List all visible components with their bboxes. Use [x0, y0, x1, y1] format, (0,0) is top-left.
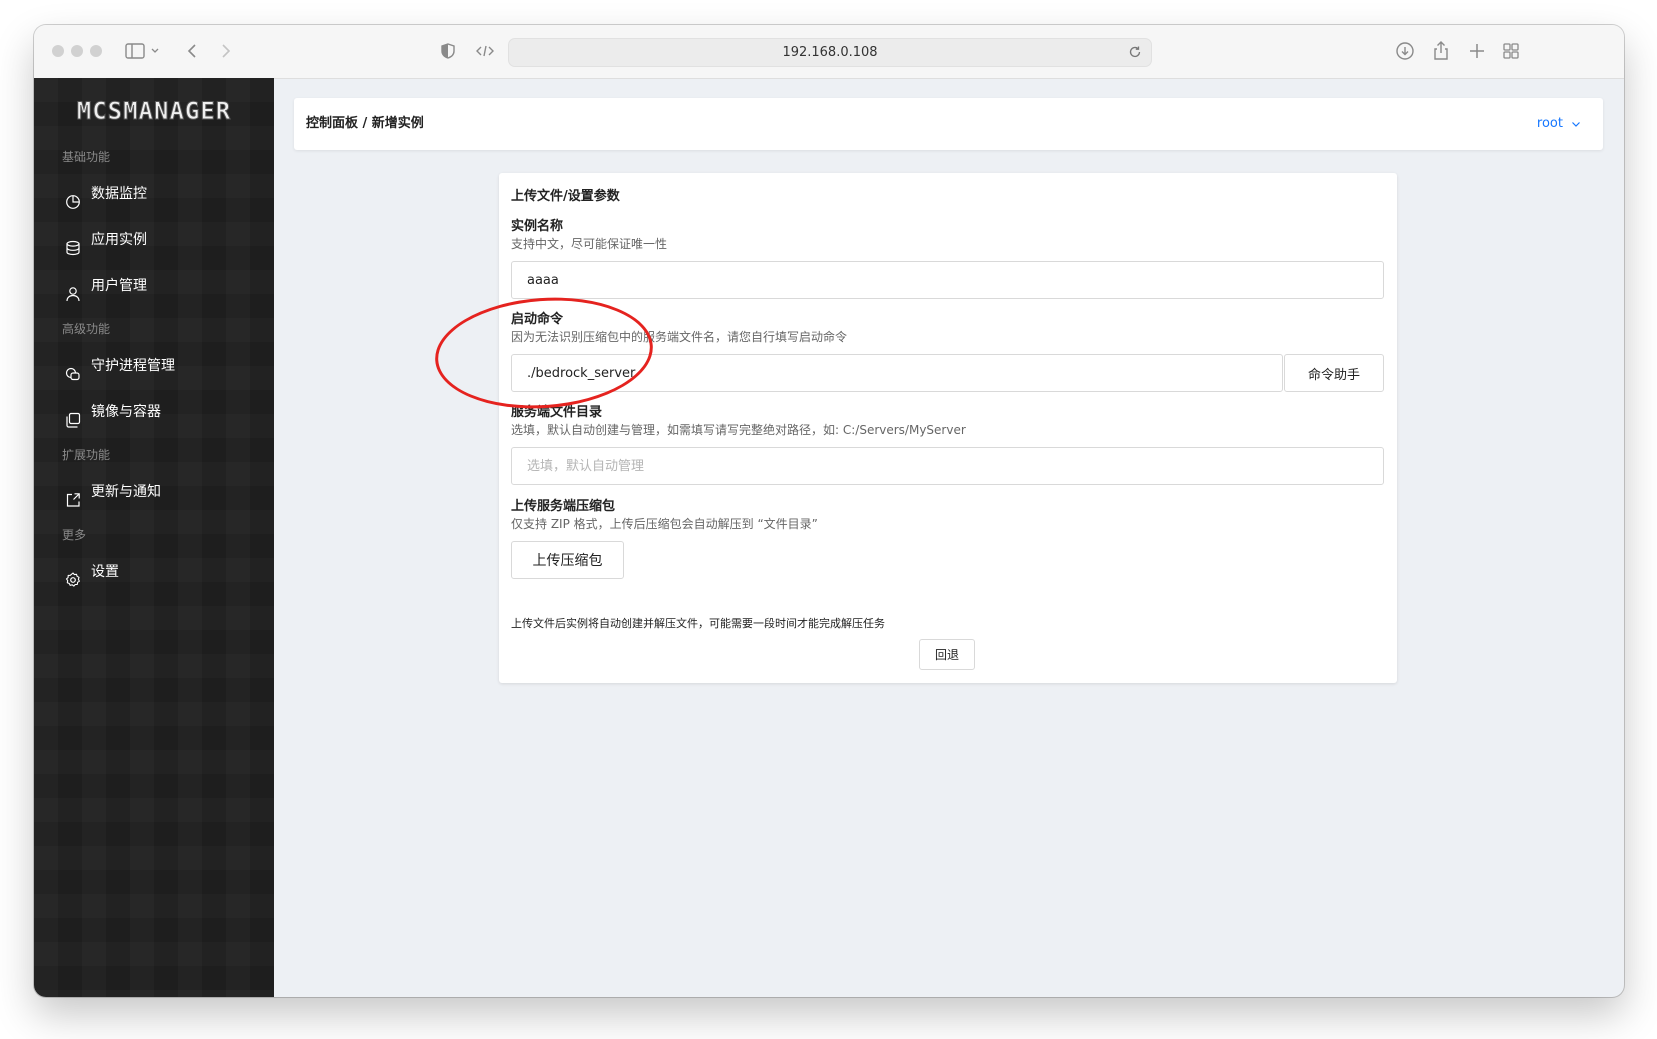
code-icon[interactable]: [474, 39, 496, 63]
server-dir-desc: 选填，默认自动创建与管理，如需填写请写完整绝对路径，如: C:/Servers/…: [511, 423, 966, 437]
reload-icon[interactable]: [1127, 44, 1143, 64]
card-title: 上传文件/设置参数: [511, 189, 620, 204]
back-arrow-icon[interactable]: [182, 39, 202, 63]
server-dir-label: 服务端文件目录: [511, 405, 603, 420]
command-helper-button[interactable]: 命令助手: [1284, 354, 1384, 392]
nav-group-advanced: 高级功能: [62, 322, 111, 336]
zoom-window-button[interactable]: [90, 45, 102, 57]
server-dir-input[interactable]: [511, 447, 1384, 485]
sidebar-toggle-icon[interactable]: [124, 39, 164, 63]
instance-name-label: 实例名称: [511, 219, 564, 234]
close-window-button[interactable]: [52, 45, 64, 57]
gear-icon: [65, 564, 81, 587]
forward-arrow-icon[interactable]: [216, 39, 236, 63]
back-button[interactable]: 回退: [919, 639, 975, 670]
app-logo[interactable]: MCSMANAGER: [68, 98, 240, 125]
address-bar[interactable]: 192.168.0.108: [508, 38, 1152, 67]
start-command-input[interactable]: [511, 354, 1283, 392]
upload-settings-card: 上传文件/设置参数 实例名称 支持中文，尽可能保证唯一性 启动命令 因为无法识别…: [499, 173, 1397, 683]
breadcrumb: 控制面板 / 新增实例: [306, 116, 424, 131]
sidebar-item-label: 设置: [91, 564, 119, 580]
username: root: [1536, 116, 1563, 131]
minimize-window-button[interactable]: [71, 45, 83, 57]
daemon-icon: [65, 358, 81, 381]
browser-window: 192.168.0.108 MCSMANAGER 基础功能 数据监控 应用实例 …: [34, 25, 1624, 997]
chevron-down-icon: [1572, 121, 1580, 127]
upload-archive-desc: 仅支持 ZIP 格式，上传后压缩包会自动解压到 “文件目录”: [511, 517, 818, 531]
external-link-icon: [65, 484, 81, 507]
upload-note: 上传文件后实例将自动创建并解压文件，可能需要一段时间才能完成解压任务: [511, 617, 885, 630]
sidebar-item-label: 数据监控: [91, 186, 147, 202]
sidebar: MCSMANAGER 基础功能 数据监控 应用实例 用户管理 高级功能 守护进程…: [34, 78, 274, 997]
sidebar-item-daemon[interactable]: 守护进程管理: [34, 346, 274, 386]
download-icon[interactable]: [1394, 39, 1416, 63]
sidebar-item-label: 用户管理: [91, 278, 147, 294]
nav-group-basic: 基础功能: [62, 150, 111, 164]
instance-name-input[interactable]: [511, 261, 1384, 299]
browser-toolbar: 192.168.0.108: [34, 25, 1624, 79]
new-tab-icon[interactable]: [1466, 39, 1488, 63]
sidebar-item-users[interactable]: 用户管理: [34, 266, 274, 306]
share-icon[interactable]: [1430, 39, 1452, 63]
sidebar-item-label: 更新与通知: [91, 484, 161, 500]
database-icon: [65, 232, 81, 256]
upload-archive-button[interactable]: 上传压缩包: [511, 541, 624, 579]
sidebar-item-images-containers[interactable]: 镜像与容器: [34, 392, 274, 432]
url-text[interactable]: 192.168.0.108: [509, 39, 1151, 66]
chart-pie-icon: [65, 186, 81, 209]
sidebar-item-instances[interactable]: 应用实例: [34, 220, 274, 260]
nav-group-extend: 扩展功能: [62, 448, 111, 462]
start-command-desc: 因为无法识别压缩包中的服务端文件名，请您自行填写启动命令: [511, 330, 848, 344]
sidebar-item-label: 应用实例: [91, 232, 147, 248]
instance-name-desc: 支持中文，尽可能保证唯一性: [511, 237, 668, 251]
nav-group-more: 更多: [62, 528, 87, 542]
tab-overview-icon[interactable]: [1500, 39, 1522, 63]
upload-archive-label: 上传服务端压缩包: [511, 499, 616, 514]
page-header: 控制面板 / 新增实例 root: [294, 98, 1603, 150]
sidebar-item-updates[interactable]: 更新与通知: [34, 472, 274, 512]
copy-icon: [65, 404, 81, 428]
sidebar-item-settings[interactable]: 设置: [34, 552, 274, 592]
sidebar-item-label: 守护进程管理: [91, 358, 175, 374]
user-menu[interactable]: root: [1537, 98, 1581, 150]
sidebar-item-data-monitor[interactable]: 数据监控: [34, 174, 274, 214]
start-command-label: 启动命令: [511, 312, 564, 327]
sidebar-item-label: 镜像与容器: [91, 404, 161, 420]
shield-icon[interactable]: [438, 39, 458, 63]
user-icon: [65, 278, 81, 302]
